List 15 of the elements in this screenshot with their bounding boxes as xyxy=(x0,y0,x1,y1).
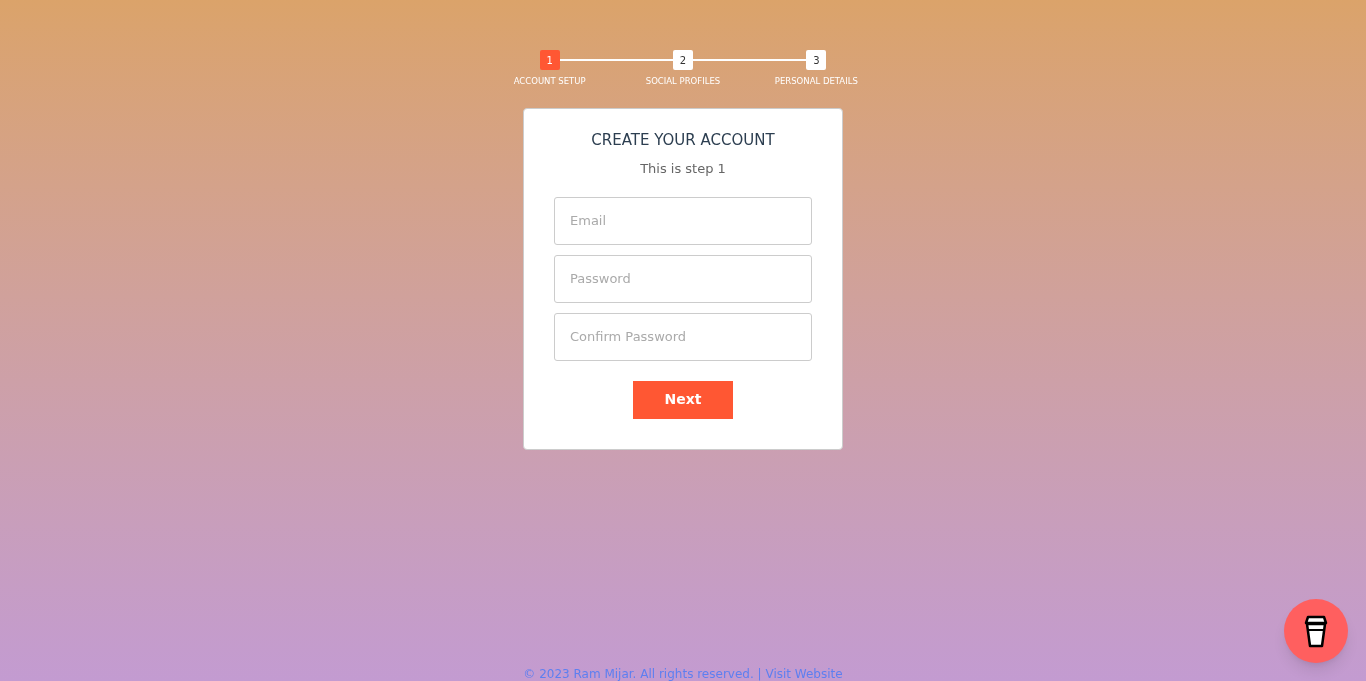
step-number: 3 xyxy=(806,50,827,70)
step-number: 1 xyxy=(539,50,560,70)
input-field[interactable]: Email xyxy=(554,196,812,245)
form-title: CREATE YOUR ACCOUNT xyxy=(591,129,775,151)
input-field[interactable]: Confirm Password xyxy=(554,312,812,361)
copyright-text: © 2023 Ram Mijar. All rights reserved. | Visit Website xyxy=(523,666,843,681)
input-field[interactable]: Password xyxy=(554,254,812,303)
step-number: 2 xyxy=(673,50,693,70)
next-button[interactable]: Next xyxy=(633,380,733,419)
form-subtitle: This is step 1 xyxy=(640,160,726,179)
step-label: PERSONAL DETAILS xyxy=(774,75,858,88)
step-label: ACCOUNT SETUP xyxy=(513,75,586,88)
cup-icon xyxy=(1302,613,1330,649)
step-label: SOCIAL PROFILES xyxy=(645,75,721,88)
coffee-button[interactable] xyxy=(1284,599,1348,663)
